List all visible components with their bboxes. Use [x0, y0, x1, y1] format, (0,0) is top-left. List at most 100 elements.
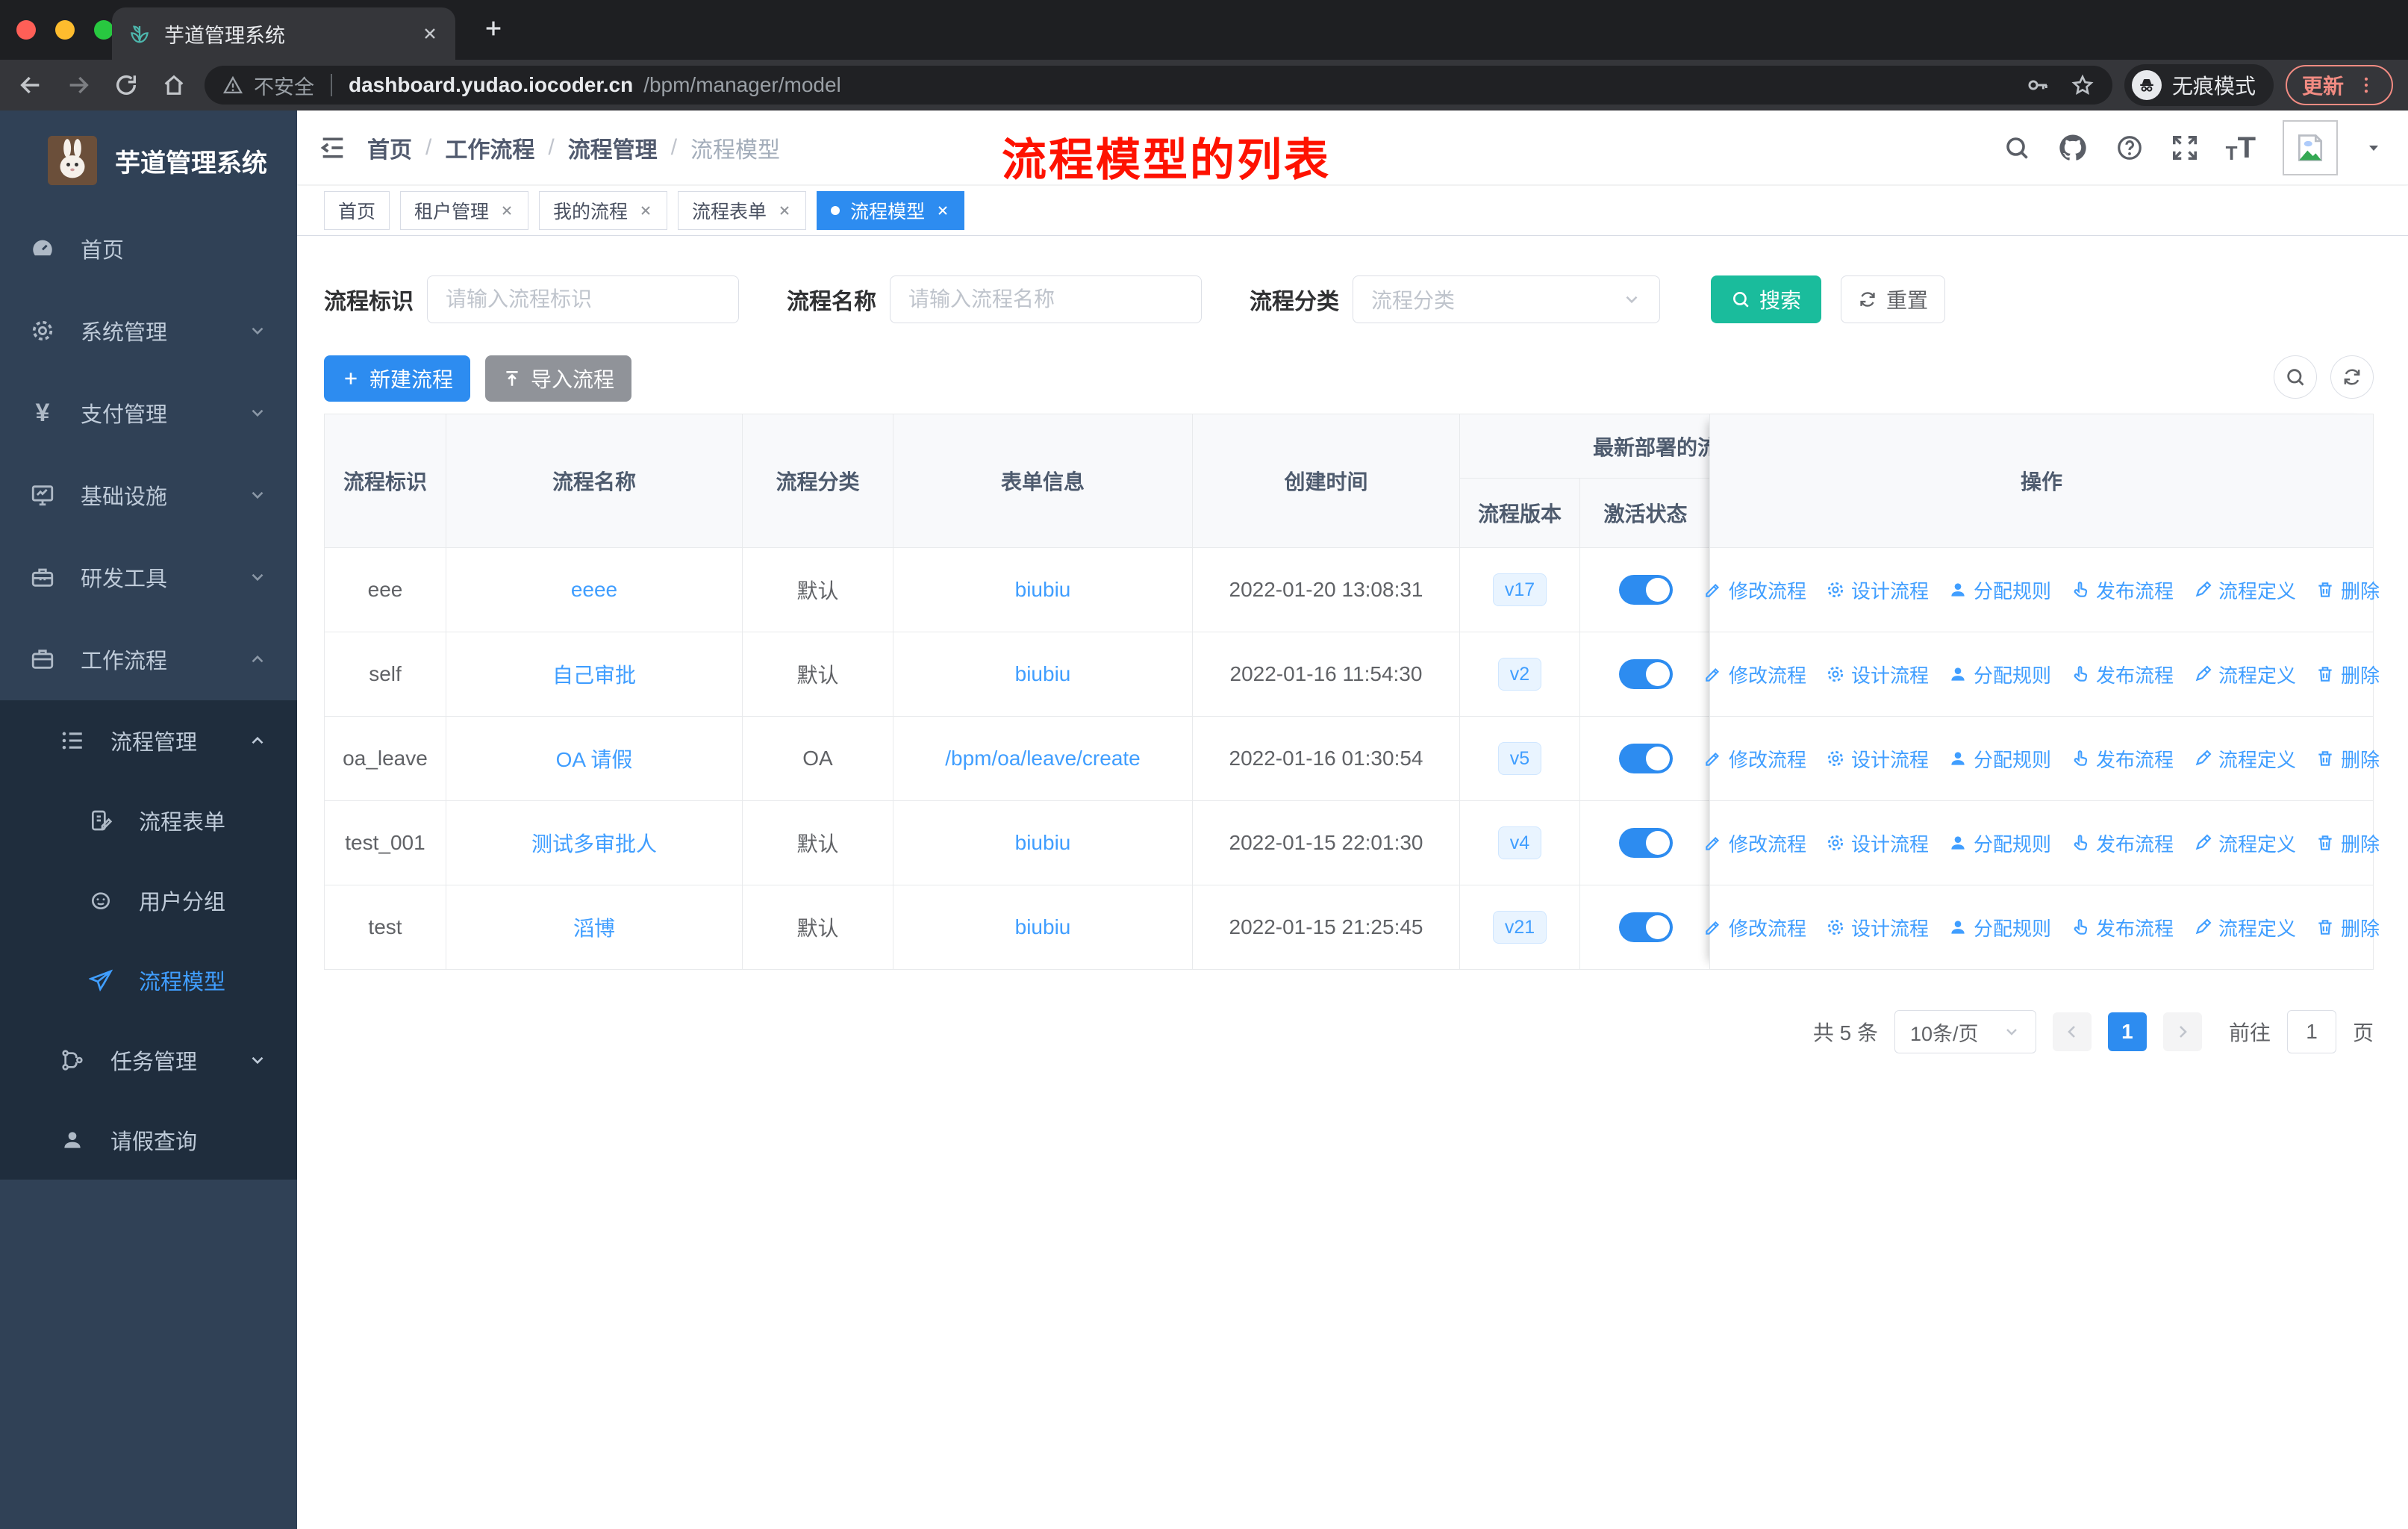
process-definition-link[interactable]: 流程定义: [2193, 829, 2296, 857]
sidebar-logo-row[interactable]: 芋道管理系统: [0, 110, 297, 208]
minimize-window-button[interactable]: [55, 20, 75, 40]
browser-update-button[interactable]: 更新: [2285, 65, 2393, 105]
breadcrumb-process-management[interactable]: 流程管理: [568, 131, 658, 164]
back-icon[interactable]: [18, 72, 43, 98]
sidebar-item-process-management[interactable]: 流程管理: [0, 700, 297, 780]
goto-page-input[interactable]: [2286, 1010, 2336, 1053]
close-icon[interactable]: [777, 203, 792, 218]
sidebar-collapse-icon[interactable]: [297, 133, 367, 163]
sidebar-item-dev-tools[interactable]: 研发工具: [0, 536, 297, 618]
assign-rule-link[interactable]: 分配规则: [1948, 576, 2051, 604]
form-info-link[interactable]: biubiu: [1015, 915, 1071, 939]
edit-process-link[interactable]: 修改流程: [1703, 576, 1806, 604]
model-name-link[interactable]: OA 请假: [556, 744, 633, 773]
create-process-button[interactable]: 新建流程: [324, 355, 470, 402]
reload-icon[interactable]: [113, 72, 139, 98]
assign-rule-link[interactable]: 分配规则: [1948, 829, 2051, 857]
breadcrumb-home[interactable]: 首页: [367, 131, 412, 164]
forward-icon[interactable]: [66, 72, 91, 98]
sidebar-item-workflow[interactable]: 工作流程: [0, 618, 297, 700]
prev-page-button[interactable]: [2052, 1012, 2092, 1051]
process-definition-link[interactable]: 流程定义: [2193, 745, 2296, 773]
security-label[interactable]: 不安全: [254, 71, 314, 100]
tag-home[interactable]: 首页: [324, 191, 390, 230]
search-button[interactable]: 搜索: [1711, 275, 1821, 323]
help-icon[interactable]: [2115, 134, 2144, 162]
toggle-search-button[interactable]: [2274, 355, 2317, 399]
form-info-link[interactable]: biubiu: [1015, 578, 1071, 602]
active-toggle[interactable]: [1618, 575, 1673, 605]
next-page-button[interactable]: [2162, 1012, 2202, 1051]
close-icon[interactable]: [638, 203, 653, 218]
form-info-link[interactable]: biubiu: [1015, 662, 1071, 686]
bookmark-star-icon[interactable]: [2071, 73, 2094, 97]
publish-process-link[interactable]: 发布流程: [2071, 745, 2174, 773]
maximize-window-button[interactable]: [94, 20, 113, 40]
model-name-link[interactable]: 测试多审批人: [531, 828, 657, 858]
tag-tenant-management[interactable]: 租户管理: [400, 191, 529, 230]
form-info-link[interactable]: /bpm/oa/leave/create: [945, 747, 1141, 770]
edit-process-link[interactable]: 修改流程: [1703, 745, 1806, 773]
search-icon[interactable]: [2003, 134, 2030, 161]
tag-my-process[interactable]: 我的流程: [539, 191, 668, 230]
edit-process-link[interactable]: 修改流程: [1703, 914, 1806, 941]
model-name-link[interactable]: 滔博: [573, 912, 615, 942]
github-icon[interactable]: [2057, 132, 2089, 164]
delete-link[interactable]: 删除: [2315, 576, 2380, 604]
avatar[interactable]: [2283, 119, 2338, 175]
sidebar-item-task-management[interactable]: 任务管理: [0, 1020, 297, 1100]
tab-close-icon[interactable]: [421, 25, 439, 43]
assign-rule-link[interactable]: 分配规则: [1948, 914, 2051, 941]
sidebar-item-system[interactable]: 系统管理: [0, 290, 297, 372]
model-name-input[interactable]: [890, 275, 1202, 323]
refresh-table-button[interactable]: [2330, 355, 2374, 399]
active-toggle[interactable]: [1618, 744, 1673, 773]
design-process-link[interactable]: 设计流程: [1826, 576, 1929, 604]
close-icon[interactable]: [499, 203, 514, 218]
model-name-link[interactable]: 自己审批: [552, 659, 636, 689]
sidebar-item-process-model[interactable]: 流程模型: [0, 940, 297, 1020]
avatar-caret-down-icon[interactable]: [2365, 139, 2383, 157]
sidebar-item-payment[interactable]: ¥ 支付管理: [0, 372, 297, 454]
url-bar[interactable]: 不安全 dashboard.yudao.iocoder.cn/bpm/manag…: [205, 66, 2112, 105]
edit-process-link[interactable]: 修改流程: [1703, 661, 1806, 688]
category-select[interactable]: 流程分类: [1353, 275, 1660, 323]
font-size-icon[interactable]: TT: [2226, 133, 2256, 163]
delete-link[interactable]: 删除: [2315, 745, 2380, 773]
design-process-link[interactable]: 设计流程: [1826, 745, 1929, 773]
breadcrumb-workflow[interactable]: 工作流程: [445, 131, 534, 164]
publish-process-link[interactable]: 发布流程: [2071, 576, 2174, 604]
browser-tab[interactable]: 芋道管理系统: [112, 7, 455, 60]
design-process-link[interactable]: 设计流程: [1826, 829, 1929, 857]
model-id-input[interactable]: [427, 275, 739, 323]
publish-process-link[interactable]: 发布流程: [2071, 661, 2174, 688]
password-key-icon[interactable]: [2026, 73, 2050, 97]
assign-rule-link[interactable]: 分配规则: [1948, 745, 2051, 773]
publish-process-link[interactable]: 发布流程: [2071, 914, 2174, 941]
sidebar-item-infrastructure[interactable]: 基础设施: [0, 454, 297, 536]
active-toggle[interactable]: [1618, 659, 1673, 689]
browser-menu-dots-icon[interactable]: [2356, 75, 2377, 96]
page-number-1[interactable]: 1: [2107, 1012, 2147, 1051]
close-icon[interactable]: [935, 203, 950, 218]
process-definition-link[interactable]: 流程定义: [2193, 661, 2296, 688]
edit-process-link[interactable]: 修改流程: [1703, 829, 1806, 857]
reset-button[interactable]: 重置: [1841, 275, 1945, 323]
sidebar-item-home[interactable]: 首页: [0, 208, 297, 290]
sidebar-item-user-group[interactable]: 用户分组: [0, 860, 297, 940]
delete-link[interactable]: 删除: [2315, 661, 2380, 688]
delete-link[interactable]: 删除: [2315, 914, 2380, 941]
active-toggle[interactable]: [1618, 828, 1673, 858]
sidebar-item-process-form[interactable]: 流程表单: [0, 780, 297, 860]
design-process-link[interactable]: 设计流程: [1826, 914, 1929, 941]
tag-process-model[interactable]: 流程模型: [817, 191, 965, 230]
new-tab-button[interactable]: [481, 16, 505, 40]
process-definition-link[interactable]: 流程定义: [2193, 914, 2296, 941]
tag-process-form[interactable]: 流程表单: [678, 191, 807, 230]
process-definition-link[interactable]: 流程定义: [2193, 576, 2296, 604]
delete-link[interactable]: 删除: [2315, 829, 2380, 857]
model-name-link[interactable]: eeee: [571, 578, 617, 602]
active-toggle[interactable]: [1618, 912, 1673, 942]
page-size-select[interactable]: 10条/页: [1894, 1010, 2036, 1053]
import-process-button[interactable]: 导入流程: [485, 355, 631, 402]
